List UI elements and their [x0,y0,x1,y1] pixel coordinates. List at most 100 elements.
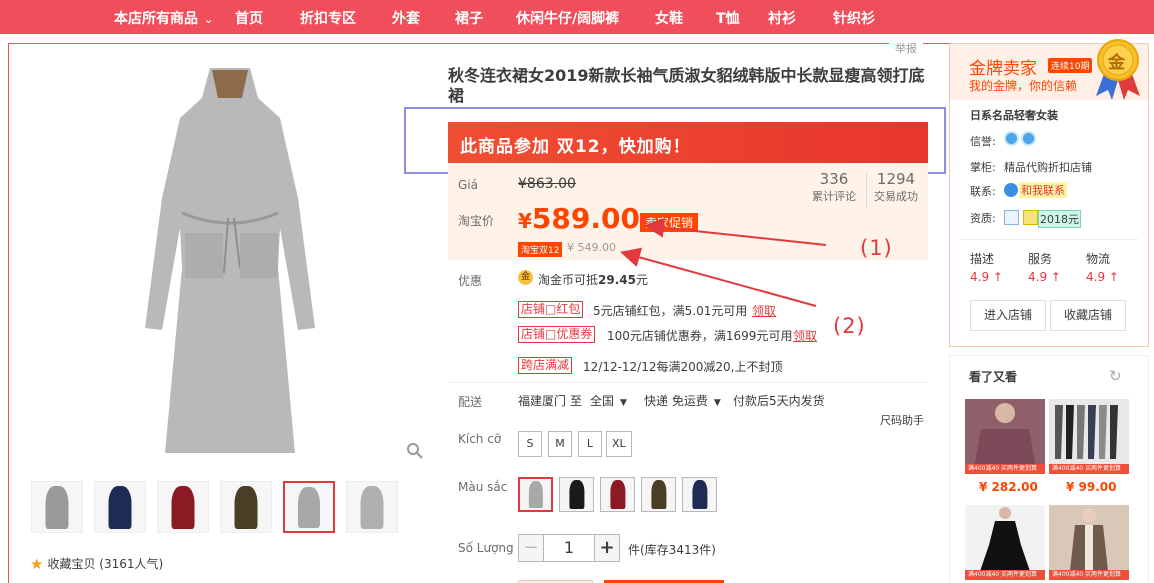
deposit-amount: 2018元 [1038,210,1081,228]
coin-icon: 金 [518,270,533,285]
thumbnail-dress [108,486,132,529]
recommended-item-promo-strip: 满400减40 买两件更划算 [965,570,1045,580]
size-option-s[interactable]: S [518,431,542,457]
recommended-item-image[interactable]: 满400减40 买两件更划算 [965,399,1045,474]
nav-knitwear[interactable]: 针织衫 [833,8,875,28]
benefits-label: 优惠 [458,274,483,288]
main-product-image[interactable] [130,58,330,458]
chevron-down-icon: ⌄ [204,13,214,26]
score-logistics-value: 4.9 ↑ [1086,270,1119,284]
recommended-item-image[interactable]: 满400减40 买两件更划算 [1049,399,1129,474]
review-count-stat[interactable]: 336 累计评论 [808,170,860,204]
nav-shoes[interactable]: 女鞋 [655,8,683,28]
thumbnail[interactable] [346,481,398,533]
nav-all-products[interactable]: 本店所有商品 ⌄ [114,8,213,28]
qualification-label: 资质: [970,212,996,225]
caret-down-icon: ▼ [713,398,721,408]
current-price-value: 589.00 [531,202,640,235]
quantity-label: Số Lượng [458,541,514,555]
shop-coupon-tag: 店铺□优惠券 [518,326,596,343]
color-option-red[interactable] [600,477,635,512]
color-option-black[interactable] [559,477,594,512]
thumbnail-selected[interactable] [283,481,335,533]
nav-coats[interactable]: 外套 [392,8,420,28]
gold-seller-subtitle: 我的金牌，你的信赖 [969,79,1078,93]
thumbnail[interactable] [157,481,209,533]
refresh-icon[interactable]: ↻ [1109,367,1122,385]
divider [960,239,1138,240]
ship-from: 福建厦门 [518,394,567,408]
recommended-item-image[interactable]: 满400减40 买两件更划算 [965,505,1045,580]
size-helper-link[interactable]: 尺码助手 [880,412,924,428]
thumbnail-dress [234,486,258,529]
thumbnail-dress [171,486,195,529]
leggings-image [1055,405,1118,459]
chat-icon[interactable] [1004,183,1018,197]
favorite-item-button[interactable]: ★ 收藏宝贝 (3161人气) [30,555,163,573]
favorite-label: 收藏宝贝 (3161人气) [47,557,164,571]
also-viewed-title: 看了又看 [969,370,1018,384]
claim-coupon-link[interactable]: 领取 [793,327,817,344]
contact-seller-link[interactable]: 和我联系 [1019,182,1067,198]
id-certificate-icon [1004,210,1019,225]
recommended-item-price: ¥ 282.00 [979,480,1038,494]
deposit-certificate-icon [1023,210,1038,225]
star-icon: ★ [30,555,44,573]
favorite-shop-button[interactable]: 收藏店铺 [1050,300,1126,331]
ship-to-word: 至 [570,394,583,408]
color-swatch-dress [568,479,585,509]
product-title: 秋冬连衣裙女2019新款长袖气质淑女貂绒韩版中长款显瘦高领打底裙 [448,66,925,105]
score-service-value: 4.9 ↑ [1028,270,1061,284]
zoom-icon[interactable] [406,442,424,460]
currency-symbol: ¥ [518,209,532,233]
top-navigation: 本店所有商品 ⌄ 首页 折扣专区 外套 裙子 休闲牛仔/阔脚裤 女鞋 T恤 衬衫 … [0,0,1154,34]
crown-icon [1021,131,1036,146]
enter-shop-button[interactable]: 进入店铺 [970,300,1046,331]
quantity-increase-button[interactable]: + [594,534,620,562]
nav-discount[interactable]: 折扣专区 [300,8,356,28]
current-price: ¥589.00 [518,202,640,235]
nav-jeans[interactable]: 休闲牛仔/阔脚裤 [516,8,619,28]
ship-method[interactable]: 快递 免运费 ▼ [644,392,721,409]
ship-to-select[interactable]: 全国 ▼ [590,392,627,409]
credit-label: 信誉: [970,135,996,148]
size-option-m[interactable]: M [548,431,572,457]
score-service-label: 服务 [1028,252,1053,266]
recommended-item-promo-strip: 满400减40 买两件更划算 [1049,464,1129,474]
thumbnail[interactable] [220,481,272,533]
color-option-army-green[interactable] [641,477,676,512]
original-price-label: Giá [458,178,478,192]
color-swatch-dress [609,479,626,509]
quantity-decrease-button[interactable]: − [518,534,544,562]
nav-skirts[interactable]: 裙子 [455,8,483,28]
report-link[interactable]: 举报 [889,40,923,56]
thumbnail-dress [45,486,69,529]
size-option-l[interactable]: L [578,431,602,457]
thumbnail[interactable] [94,481,146,533]
nav-home[interactable]: 首页 [235,8,263,28]
score-description-label: 描述 [970,252,995,266]
color-option-grey[interactable] [518,477,553,512]
review-count: 336 [819,170,849,188]
cross-store-discount-text: 12/12-12/12每满200减20,上不封顶 [583,360,783,374]
caret-down-icon: ▼ [620,398,627,408]
nav-tshirts[interactable]: T恤 [716,8,740,28]
original-price: ¥863.00 [518,176,576,192]
claim-red-packet-link[interactable]: 领取 [752,302,776,319]
stat-divider [866,172,867,208]
size-option-xl[interactable]: XL [606,431,632,457]
sales-count-stat: 1294 交易成功 [870,170,922,204]
quantity-input[interactable]: 1 [543,534,595,562]
recommended-item-image[interactable]: 满400减40 买两件更划算 [1049,505,1129,580]
shop-name[interactable]: 日系名品轻奢女装 [970,107,1058,123]
color-swatch-dress [691,479,708,509]
annotation-label-1: (1) [860,236,893,260]
double12-tag: 淘宝双12 [518,242,563,257]
thumbnail[interactable] [31,481,83,533]
gold-seller-title: 金牌卖家 [969,59,1037,79]
review-count-label: 累计评论 [812,190,856,203]
annotation-label-2: (2) [833,314,866,338]
recommended-item-promo-strip: 满400减40 买两件更划算 [965,464,1045,474]
nav-shirts[interactable]: 衬衫 [768,8,796,28]
color-option-navy[interactable] [682,477,717,512]
